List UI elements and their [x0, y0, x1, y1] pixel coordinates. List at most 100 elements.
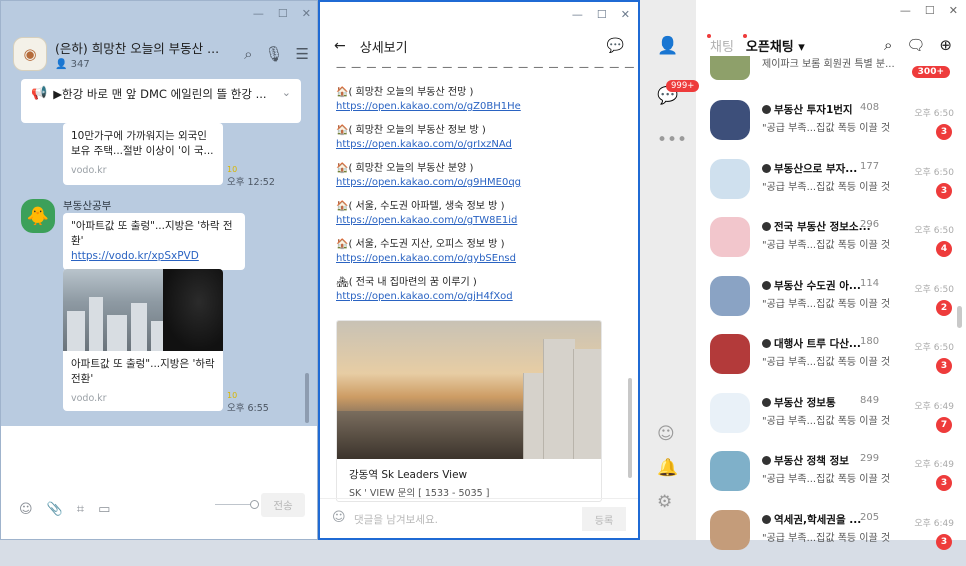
close-icon[interactable]: ✕ [302, 7, 311, 20]
last-message: "공급 부족...집값 폭등 이끌 것 [762, 298, 891, 310]
new-chat-icon[interactable]: 🗨 [906, 36, 925, 54]
list-item[interactable]: 부동산 투자1번지 408 "공급 부족...집값 폭등 이끌 것 오후 6:50 3 [710, 98, 956, 156]
detail-title: 상세보기 [359, 40, 408, 56]
opacity-slider[interactable] [215, 500, 259, 509]
detail-window: — ☐ ✕ ← 상세보기 💬 — — — — — — — — — — — — —… [318, 0, 725, 540]
entry-heading: ( 희망찬 오늘의 부동산 분양 ) [348, 163, 474, 174]
time-text: 오후 12:52 [227, 177, 275, 188]
minimize-icon[interactable]: — [253, 7, 264, 20]
last-message: "공급 부족...집값 폭등 이끌 것 [762, 181, 891, 193]
search-icon[interactable]: ⌕ [244, 45, 252, 63]
minimize-icon[interactable]: — [572, 8, 583, 21]
card-1-text: 10만가구에 가까워지는 외국인 보유 주택...절반 이상이 '이 국... [71, 130, 214, 157]
time-text: 오후 6:55 [227, 403, 269, 414]
link-entry: 🏠( 서울, 수도권 지산, 오피스 정보 방 ) https://open.k… [336, 238, 516, 266]
entry-link[interactable]: https://open.kakao.com/o/gTW8E1id [336, 215, 517, 226]
property-card[interactable]: 강동역 Sk Leaders View SK ' VIEW 문의 [ 1533 … [336, 320, 602, 502]
comment-input[interactable]: 댓글을 남겨보세요. [354, 512, 438, 527]
entry-link[interactable]: https://open.kakao.com/o/grIxzNAd [336, 139, 512, 150]
message-bubble[interactable]: "아파트값 또 출렁"...지방은 '하락 전환' https://vodo.k… [63, 213, 245, 270]
entry-link[interactable]: https://open.kakao.com/o/gZ0BH1He [336, 101, 521, 112]
message-link[interactable]: https://vodo.kr/xpSxPVD [71, 250, 199, 262]
slider-knob[interactable] [250, 500, 259, 509]
window-controls: — ☐ ✕ [253, 7, 311, 20]
crop-icon[interactable]: ⌗ [77, 502, 84, 517]
link-card-1[interactable]: 10만가구에 가까워지는 외국인 보유 주택...절반 이상이 '이 국... … [63, 123, 223, 185]
list-item[interactable]: 부동산 정책 정보 299 "공급 부족...집값 폭등 이끌 것 오후 6:49 3 [710, 449, 956, 507]
chat-scrollbar[interactable] [305, 373, 309, 423]
detail-scrollbar[interactable] [628, 378, 632, 478]
entry-link[interactable]: https://open.kakao.com/o/gjH4fXod [336, 291, 513, 302]
comment-icon[interactable]: 💬 [607, 38, 624, 54]
menu-icon[interactable]: ☰ [296, 45, 309, 63]
member-count: 849 [860, 394, 880, 406]
search-icon[interactable]: ⌕ [884, 36, 892, 54]
room-avatar[interactable]: ◉ [13, 37, 47, 71]
unread-badge: 3 [936, 358, 952, 374]
register-button[interactable]: 등록 [582, 507, 626, 531]
close-icon[interactable]: ✕ [621, 8, 630, 21]
list-item[interactable]: 대행사 트루 다산... 180 "공급 부족...집값 폭등 이끌 것 오후 6:5… [710, 332, 956, 390]
open-chat-icon [762, 163, 771, 173]
list-item[interactable]: 전국 부동산 정보소... 296 "공급 부족...집값 폭등 이끌 것 오후 6:… [710, 215, 956, 273]
emoji-icon[interactable]: ☺ [657, 424, 675, 444]
back-arrow-icon[interactable]: ← [334, 38, 346, 54]
close-icon[interactable]: ✕ [949, 4, 958, 17]
settings-icon[interactable]: ⚙ [657, 492, 672, 512]
list-item[interactable]: 부동산 정보통 849 "공급 부족...집값 폭등 이끌 것 오후 6:49 7 [710, 391, 956, 449]
last-time: 오후 6:50 [914, 226, 954, 236]
add-chat-icon[interactable]: ⊕ [939, 36, 952, 54]
more-icon[interactable]: ••• [657, 130, 687, 150]
bell-icon[interactable]: 🔔 [657, 458, 678, 478]
profile-icon[interactable]: 👤 [657, 36, 678, 56]
maximize-icon[interactable]: ☐ [597, 8, 607, 21]
comment-input-area[interactable]: ☺ 댓글을 남겨보세요. 등록 [320, 498, 638, 538]
message-text: "아파트값 또 출렁"...지방은 '하락 전환' [71, 220, 233, 247]
room-name-text: 부동산으로 부자... [774, 162, 858, 175]
last-time: 오후 6:49 [914, 460, 954, 470]
card-1-time: 10 오후 12:52 [227, 165, 275, 188]
send-button[interactable]: 전송 [261, 493, 305, 517]
emoji-icon[interactable]: ☺ [332, 510, 346, 525]
link-card-2[interactable]: 아파트값 또 출렁"...지방은 '하락 전환' vodo.kr [63, 269, 223, 411]
member-count-value: 347 [70, 59, 90, 70]
attach-icon[interactable]: 📎 [47, 502, 63, 517]
entry-heading: ( 서울, 수도권 지산, 오피스 정보 방 ) [348, 239, 505, 250]
list-item[interactable]: 제이파크 보롬 회원권 특별 분... 300+ [710, 56, 956, 88]
unread-badge: 7 [936, 416, 952, 433]
chat-capture-icon[interactable]: ▭ [98, 502, 110, 517]
last-message: "공급 부족...집값 폭등 이끌 것 [762, 240, 891, 251]
last-time: 오후 6:49 [914, 518, 954, 529]
open-chat-icon [762, 339, 771, 348]
list-item[interactable]: 부동산 수도권 아... 114 "공급 부족...집값 폭등 이끌 것 오후 6:5… [710, 274, 956, 332]
tab-chat[interactable]: 채팅 [707, 34, 734, 55]
member-count: 299 [860, 453, 880, 464]
member-count: 205 [860, 511, 880, 523]
list-item[interactable]: 역세권,학세권을 ... 205 "공급 부족...집값 폭등 이끌 것 오후 6:4… [710, 508, 956, 566]
minimize-icon[interactable]: — [900, 4, 911, 17]
notice-banner[interactable]: 📢 ▶한강 바로 맨 앞 DMC 에일린의 뜰 한강 ... ⌄ [21, 79, 301, 123]
unread-count: 10 [227, 165, 238, 174]
tab-open-chat[interactable]: 오픈채팅 ▾ [742, 34, 805, 55]
window-controls: — ☐ ✕ [900, 4, 958, 17]
sender-name: 부동산공부 [63, 200, 112, 212]
room-name-text: 부동산 투자1번지 [774, 104, 853, 116]
unread-badge: 3 [936, 182, 952, 199]
room-thumbnail [710, 56, 750, 80]
message-input-area[interactable]: ☺ 📎 ⌗ ▭ 전송 [1, 426, 317, 539]
entry-link[interactable]: https://open.kakao.com/o/g9HME0qg [336, 177, 521, 188]
emoji-icon[interactable]: ☺ [19, 502, 33, 517]
mic-icon[interactable]: 🎙 [265, 45, 284, 63]
maximize-icon[interactable]: ☐ [278, 7, 288, 20]
room-name-text: 부동산 수도권 아... [774, 279, 861, 292]
property-contact: SK ' VIEW 문의 [ 1533 - 5035 ] [349, 488, 490, 499]
list-item[interactable]: 부동산으로 부자... 177 "공급 부족...집값 폭등 이끌 것 오후 6:50… [710, 157, 956, 215]
chevron-down-icon[interactable]: ⌄ [282, 86, 291, 99]
entry-link[interactable]: https://open.kakao.com/o/gybSEnsd [336, 253, 516, 264]
maximize-icon[interactable]: ☐ [925, 4, 935, 17]
list-scrollbar[interactable] [957, 306, 962, 328]
room-thumbnail [710, 392, 750, 433]
last-message: "공급 부족...집값 폭등 이끌 것 [762, 474, 891, 485]
sender-avatar[interactable]: 🐥 [21, 199, 55, 233]
link-entry: 🏠( 희망찬 오늘의 부동산 전망 ) https://open.kakao.c… [336, 86, 521, 114]
